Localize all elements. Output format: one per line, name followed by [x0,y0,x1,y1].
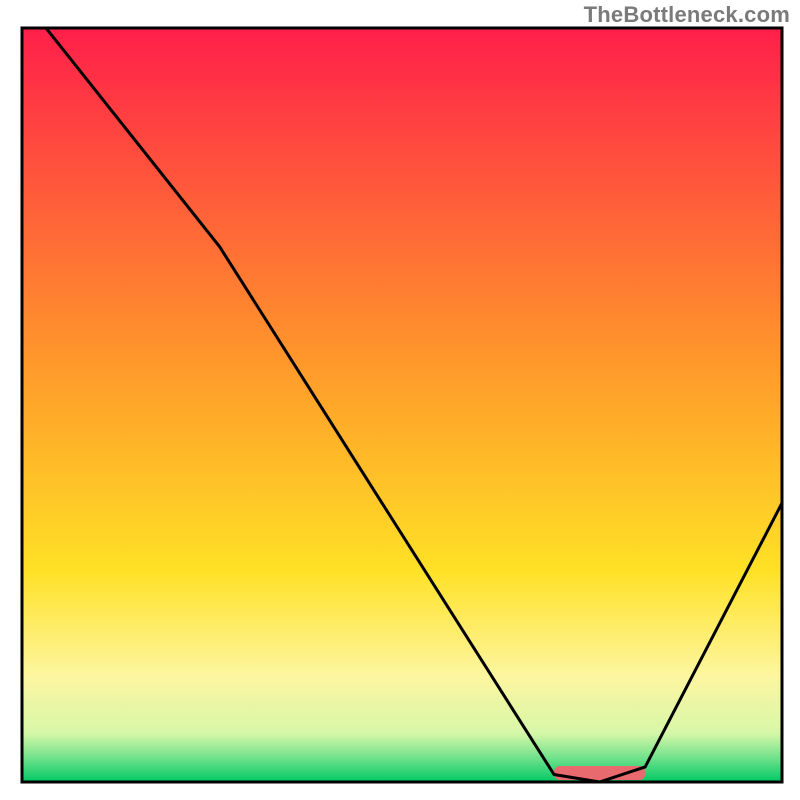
bottleneck-chart [0,0,800,800]
watermark-text: TheBottleneck.com [584,2,790,28]
